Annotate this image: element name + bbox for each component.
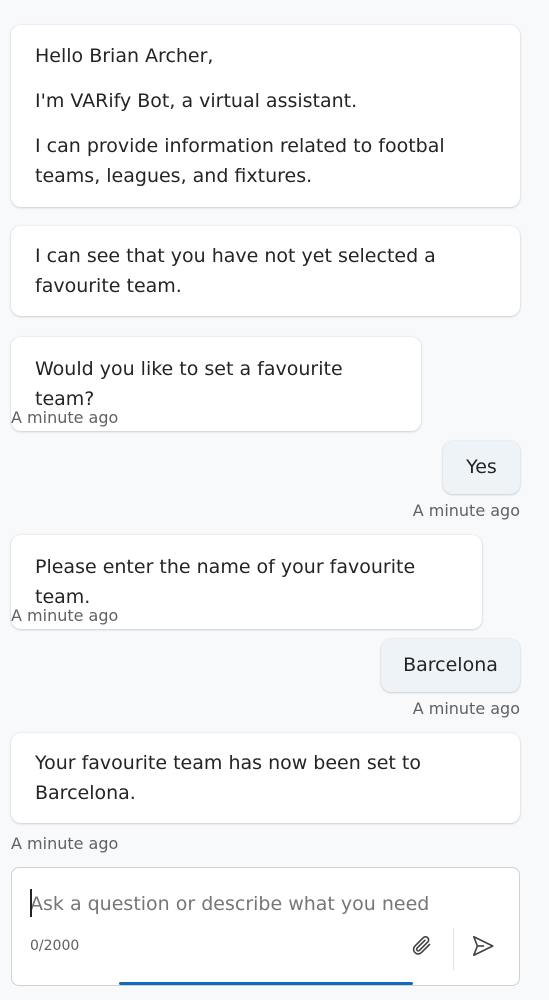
paperclip-icon: [410, 934, 434, 962]
message-timestamp: A minute ago: [11, 408, 119, 427]
user-message: Yes: [443, 441, 520, 494]
message-text: I'm VARify Bot, a virtual assistant.: [35, 90, 358, 112]
bot-message: I can see that you have not yet selected…: [11, 226, 520, 316]
message-composer: 0/2000: [11, 867, 520, 986]
send-button[interactable]: [465, 930, 501, 966]
bot-message: Your favourite team has now been set to …: [11, 733, 520, 823]
message-text: Please enter the name of your favourite …: [35, 556, 416, 608]
message-text: Hello Brian Archer,: [35, 45, 214, 67]
message-text: Would you like to set a favourite team?: [35, 358, 343, 410]
composer-divider: [453, 928, 454, 970]
attach-button[interactable]: [404, 930, 440, 966]
input-focus-indicator: [119, 982, 413, 985]
message-timestamp: A minute ago: [412, 501, 520, 520]
message-text: Yes: [466, 456, 497, 478]
message-text: I can see that you have not yet selected…: [35, 245, 436, 297]
chat-transcript: Hello Brian Archer, I'm VARify Bot, a vi…: [0, 0, 549, 860]
message-timestamp: A minute ago: [11, 834, 119, 853]
message-text: Your favourite team has now been set to …: [35, 752, 421, 804]
text-caret: [30, 889, 32, 917]
message-timestamp: A minute ago: [412, 699, 520, 718]
send-icon: [470, 933, 496, 963]
message-text: Barcelona: [403, 654, 498, 676]
message-timestamp: A minute ago: [11, 606, 119, 625]
character-counter: 0/2000: [30, 938, 80, 954]
bot-message: Hello Brian Archer, I'm VARify Bot, a vi…: [11, 25, 520, 207]
message-input[interactable]: [30, 888, 500, 920]
message-text: I can provide information related to foo…: [35, 135, 445, 187]
user-message: Barcelona: [381, 639, 520, 692]
